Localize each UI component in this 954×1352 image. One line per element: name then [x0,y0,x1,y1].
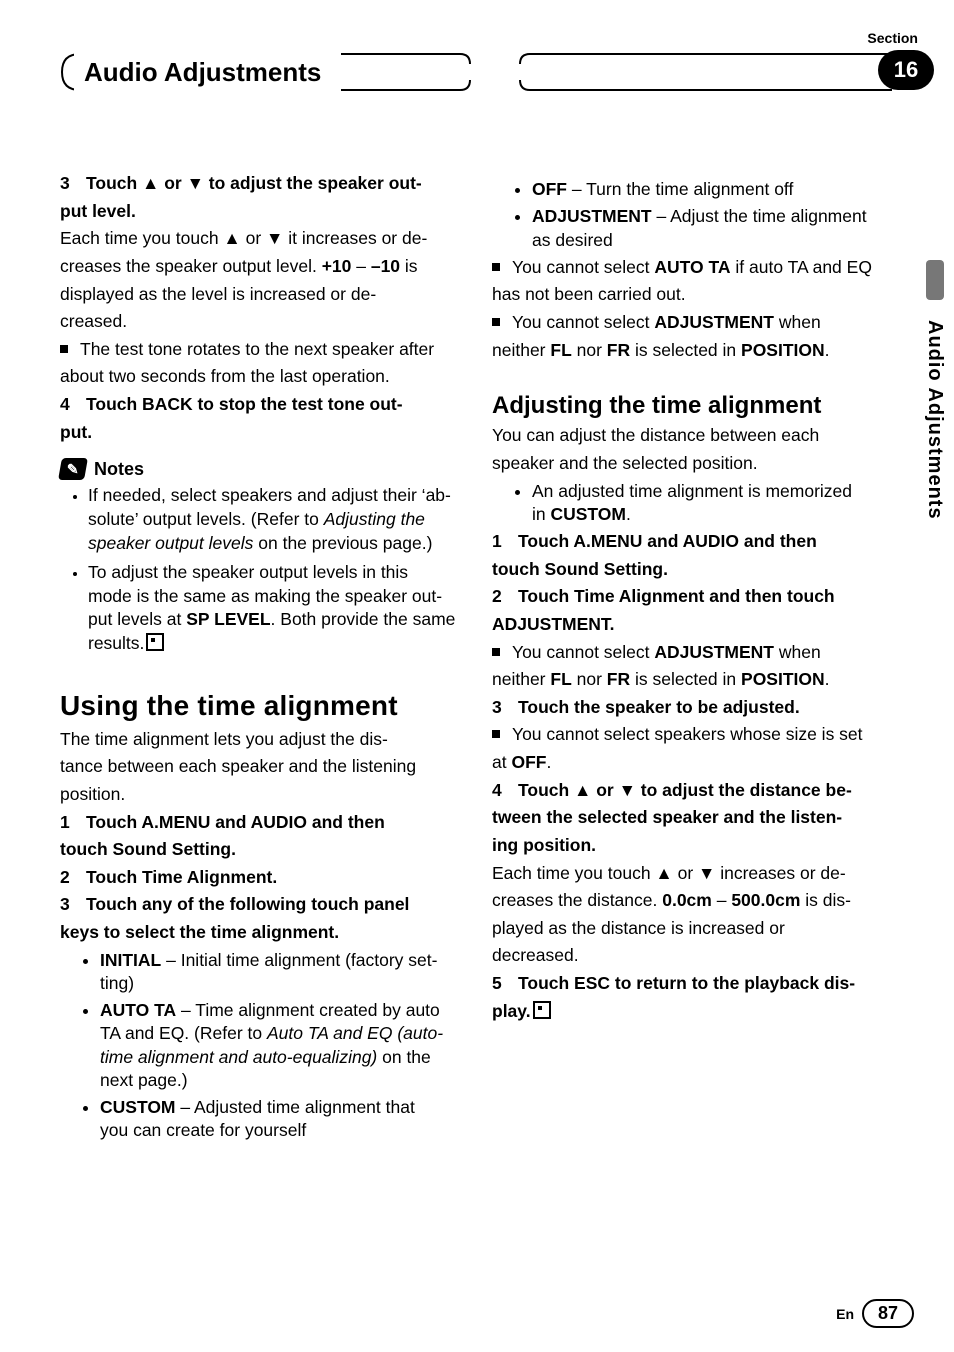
list-item: An adjusted time alignment is memorized … [532,480,890,527]
side-tab: Audio Adjustments [914,260,954,1020]
section-body: The time alignment lets you adjust the d… [60,728,458,752]
step-number: 2 [60,866,86,890]
r-step-5-heading: 5Touch ESC to return to the playback dis… [492,972,890,996]
list-item: AUTO TA – Time alignment created by auto… [100,999,458,1092]
step-2-heading: 2Touch Time Alignment. [60,866,458,890]
step-number: 3 [60,172,86,196]
step-number: 3 [492,696,518,720]
step-3-note: The test tone rotates to the next speake… [60,338,458,362]
page-header: Section Audio Adjustments 16 [60,30,934,110]
step-number: 5 [492,972,518,996]
list-item: CUSTOM – Adjusted time alignment that yo… [100,1096,458,1143]
list-item: ADJUSTMENT – Adjust the time alignment a… [532,205,890,252]
pencil-icon: ✎ [58,458,88,480]
constraint-note: has not been carried out. [492,283,890,307]
square-bullet-icon [492,263,500,271]
step-number: 3 [60,893,86,917]
r-step-4-body: creases the distance. 0.0cm – 500.0cm is… [492,889,890,913]
notes-list: If needed, select speakers and adjust th… [60,484,458,655]
section-body: tance between each speaker and the liste… [60,755,458,779]
side-tab-label: Audio Adjustments [923,320,946,520]
square-bullet-icon [492,730,500,738]
r-step-4-heading-line2: tween the selected speaker and the liste… [492,806,890,830]
r-step-3-note: You cannot select speakers whose size is… [492,723,890,747]
header-title-wrap: Audio Adjustments [74,52,341,92]
square-bullet-icon [60,345,68,353]
list-item: If needed, select speakers and adjust th… [88,484,458,555]
step-4-heading-line2: put. [60,421,458,445]
subsection-list: An adjusted time alignment is memorized … [492,480,890,527]
r-step-2-note: neither FL nor FR is selected in POSITIO… [492,668,890,692]
r-step-3-heading: 3Touch the speaker to be adjusted. [492,696,890,720]
r-step-2-heading: 2Touch Time Alignment and then touch [492,585,890,609]
footer-page-number: 87 [862,1299,914,1328]
list-item: OFF – Turn the time alignment off [532,178,890,201]
list-item: To adjust the speaker output levels in t… [88,561,458,656]
header-title: Audio Adjustments [84,57,321,88]
square-bullet-icon [492,648,500,656]
step-3-body: Each time you touch ▲ or ▼ it increases … [60,227,458,251]
r-step-4-body: played as the distance is increased or [492,917,890,941]
page-footer: En 87 [0,1282,954,1322]
step-3-body: displayed as the level is increased or d… [60,283,458,307]
step-3-heading-line2: put level. [60,200,458,224]
chapter-badge: 16 [878,50,934,90]
step-3b-heading: 3Touch any of the following touch panel [60,893,458,917]
r-step-4-heading-line3: ing position. [492,834,890,858]
step-number: 4 [60,393,86,417]
square-bullet-icon [492,318,500,326]
section-heading-using-ta: Using the time alignment [60,690,458,722]
step-3b-heading-line2: keys to select the time alignment. [60,921,458,945]
content-columns: 3Touch ▲ or ▼ to adjust the speaker out-… [60,172,890,1262]
step-3-body: creases the speaker output level. +10 – … [60,255,458,279]
footer-language: En [836,1306,854,1322]
constraint-note: You cannot select ADJUSTMENT when [492,311,890,335]
step-number: 4 [492,779,518,803]
step-3-note: about two seconds from the last operatio… [60,365,458,389]
subsection-body: speaker and the selected position. [492,452,890,476]
end-mark-icon [146,633,164,651]
r-step-4-body: Each time you touch ▲ or ▼ increases or … [492,862,890,886]
r-step-5-heading-line2: play. [492,1000,890,1024]
step-number: 1 [60,811,86,835]
constraint-note: You cannot select AUTO TA if auto TA and… [492,256,890,280]
step-1-heading-line2: touch Sound Setting. [60,838,458,862]
step-3-heading: 3Touch ▲ or ▼ to adjust the speaker out- [60,172,458,196]
step-1-heading: 1Touch A.MENU and AUDIO and then [60,811,458,835]
r-step-1-heading-line2: touch Sound Setting. [492,558,890,582]
r-step-2-note: You cannot select ADJUSTMENT when [492,641,890,665]
constraint-note: neither FL nor FR is selected in POSITIO… [492,339,890,363]
step-3-body: creased. [60,310,458,334]
subsection-body: You can adjust the distance between each [492,424,890,448]
r-step-4-heading: 4Touch ▲ or ▼ to adjust the distance be- [492,779,890,803]
section-body: position. [60,783,458,807]
end-mark-icon [533,1001,551,1019]
options-list: INITIAL – Initial time alignment (factor… [60,949,458,1143]
step-number: 2 [492,585,518,609]
options-list-cont: OFF – Turn the time alignment off ADJUST… [492,178,890,252]
subsection-heading-adjusting-ta: Adjusting the time alignment [492,392,890,420]
side-tab-marker [926,260,944,300]
notes-heading: ✎ Notes [60,458,458,480]
list-item: INITIAL – Initial time alignment (factor… [100,949,458,996]
r-step-1-heading: 1Touch A.MENU and AUDIO and then [492,530,890,554]
step-number: 1 [492,530,518,554]
r-step-3-note: at OFF. [492,751,890,775]
left-column: 3Touch ▲ or ▼ to adjust the speaker out-… [60,172,458,1262]
right-column: OFF – Turn the time alignment off ADJUST… [492,172,890,1262]
step-4-heading: 4Touch BACK to stop the test tone out- [60,393,458,417]
r-step-2-heading-line2: ADJUSTMENT. [492,613,890,637]
r-step-4-body: decreased. [492,944,890,968]
